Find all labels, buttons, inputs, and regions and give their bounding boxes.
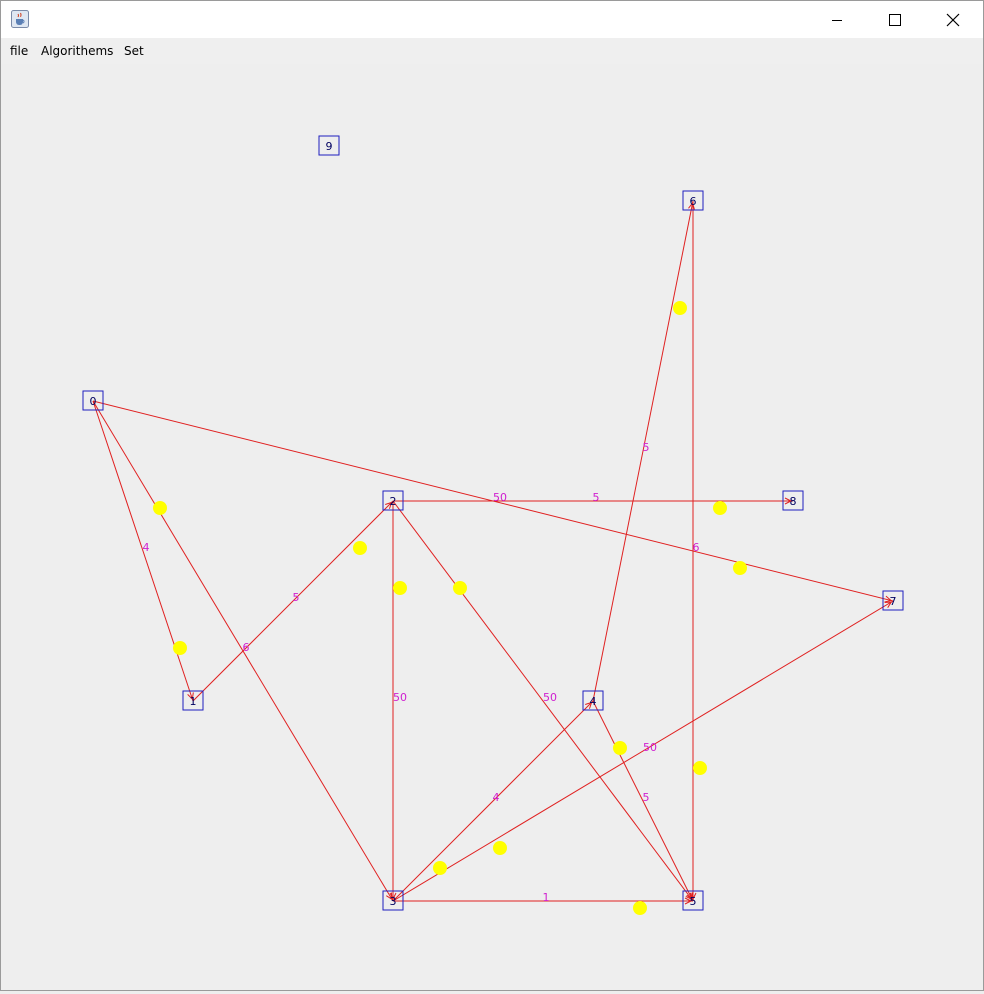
- menu-set[interactable]: Set: [124, 43, 144, 59]
- graph-node-6[interactable]: 6: [682, 190, 704, 211]
- java-cup-icon: [11, 10, 29, 28]
- edge-marker-3-4: [493, 841, 507, 855]
- minimize-button[interactable]: [808, 1, 866, 38]
- menu-bar: file Algorithems Set: [1, 38, 983, 64]
- menu-algorithems[interactable]: Algorithems: [41, 43, 113, 59]
- node-label: 5: [690, 895, 697, 908]
- node-label: 1: [190, 695, 197, 708]
- edge-marker-2-3: [393, 581, 407, 595]
- edge-marker-0-7: [733, 561, 747, 575]
- close-button[interactable]: [924, 1, 982, 38]
- minimize-icon: [832, 19, 842, 21]
- node-label: 4: [590, 695, 597, 708]
- edge-marker-0-3: [153, 501, 167, 515]
- edge-weight-label: 4: [493, 791, 500, 804]
- edge-weight-label: 50: [543, 691, 557, 704]
- app-window: file Algorithems Set 4 6 6 5 5 50 50 1 4 50 5 5 50 0…: [0, 0, 984, 991]
- edge-marker-3-5: [633, 901, 647, 915]
- node-label: 3: [390, 895, 397, 908]
- graph-node-9[interactable]: 9: [318, 135, 340, 156]
- edge-weight-label: 6: [243, 641, 250, 654]
- edge-marker-1-2: [353, 541, 367, 555]
- edge-marker-2-8: [713, 501, 727, 515]
- graph-node-0[interactable]: 0: [82, 390, 104, 411]
- edge-marker-4-6: [673, 301, 687, 315]
- edge-marker-3-7: [433, 861, 447, 875]
- node-label: 9: [326, 140, 333, 153]
- node-label: 0: [90, 395, 97, 408]
- graph-node-4[interactable]: 4: [582, 690, 604, 711]
- edge-weight-label: 5: [643, 791, 650, 804]
- edge-weight-label: 1: [543, 891, 550, 904]
- edge-weight-label: 50: [393, 691, 407, 704]
- maximize-button[interactable]: [866, 1, 924, 38]
- title-bar[interactable]: [1, 1, 983, 38]
- edge-weight-label: 50: [493, 491, 507, 504]
- node-label: 6: [690, 195, 697, 208]
- edge-marker-0-1: [173, 641, 187, 655]
- edge-marker-6-5: [693, 761, 707, 775]
- edge-marker-4-5: [613, 741, 627, 755]
- edge-weight-label: 6: [693, 541, 700, 554]
- edge-weight-label: 4: [143, 541, 150, 554]
- graph-canvas[interactable]: 4 6 6 5 5 50 50 1 4 50 5 5 50 0 1 2 3 4 5 6 7 8 9: [1, 64, 983, 990]
- graph-drawing[interactable]: 4 6 6 5 5 50 50 1 4 50 5 5 50 0 1 2 3 4 5 6 7 8 9: [1, 64, 983, 990]
- edge-weight-label: 5: [593, 491, 600, 504]
- node-label: 7: [890, 595, 897, 608]
- node-label: 2: [390, 495, 397, 508]
- maximize-icon: [889, 13, 901, 26]
- edge-marker-2-5: [453, 581, 467, 595]
- edge-weight-label: 5: [293, 591, 300, 604]
- node-label: 8: [790, 495, 797, 508]
- edge-weight-label: 5: [643, 441, 650, 454]
- graph-node-7[interactable]: 7: [882, 590, 904, 611]
- close-icon: [946, 13, 960, 26]
- menu-file[interactable]: file: [10, 43, 28, 59]
- edge-weight-label: 50: [643, 741, 657, 754]
